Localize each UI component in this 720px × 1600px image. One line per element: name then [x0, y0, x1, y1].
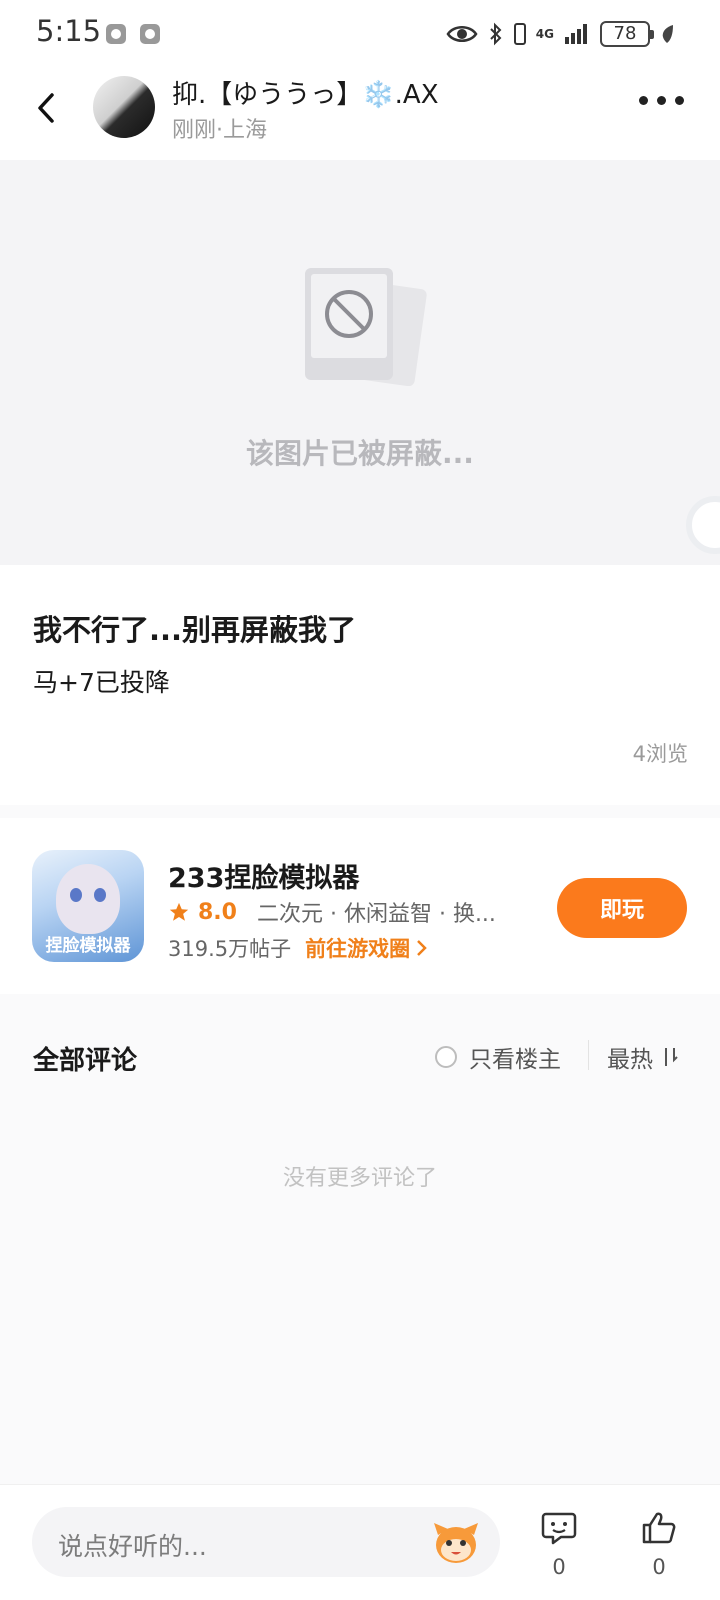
blocked-image-icon [305, 268, 427, 386]
user-name[interactable]: 抑.【ゆううっ】❄️.AX [172, 74, 439, 111]
blocked-image-area: 该图片已被屏蔽... [0, 160, 720, 565]
battery-indicator: 78 [600, 21, 654, 47]
game-name[interactable]: 233捏脸模拟器 [168, 856, 359, 895]
view-count: 4浏览 [632, 742, 688, 766]
game-circle-link[interactable]: 前往游戏圈 [305, 933, 428, 963]
game-rating-row: 8.0 二次元 · 休闲益智 · 换... [168, 896, 496, 928]
star-icon [169, 902, 189, 921]
game-card[interactable]: 捏脸模拟器 233捏脸模拟器 8.0 二次元 · 休闲益智 · 换... 319… [0, 818, 720, 994]
phone-vibrate-icon [513, 23, 526, 45]
more-options-icon[interactable] [639, 96, 684, 105]
post-meta: 刚刚·上海 [172, 118, 267, 143]
network-type-label: 4G [535, 27, 554, 41]
eye-icon [446, 26, 478, 42]
post-title: 我不行了...别再屏蔽我了 [33, 613, 357, 647]
comment-action[interactable]: 0 [529, 1511, 589, 1579]
owner-only-label: 只看楼主 [469, 1047, 561, 1073]
bottom-bar: 说点好听的... 0 0 [0, 1484, 720, 1600]
sort-selector[interactable]: 最热 [607, 1040, 679, 1074]
emoji-mascot-icon[interactable] [432, 1519, 480, 1565]
game-tags: 二次元 · 休闲益智 · 换... [256, 902, 496, 927]
side-handle[interactable] [686, 496, 720, 554]
game-circle-link-label: 前往游戏圈 [305, 937, 411, 961]
status-time: 5:15 [36, 14, 102, 48]
post-content: 我不行了...别再屏蔽我了 马+7已投降 4浏览 [0, 565, 720, 805]
game-icon[interactable]: 捏脸模拟器 [32, 850, 144, 962]
comments-section: 全部评论 只看楼主 最热 没有更多评论了 [0, 1010, 720, 1480]
thumbs-up-icon [642, 1512, 676, 1544]
owner-only-radio[interactable] [435, 1046, 457, 1068]
notification-play-icon [140, 24, 160, 44]
game-post-count: 319.5万帖子 [168, 937, 292, 961]
notification-app-icon [106, 24, 126, 44]
comment-count: 0 [552, 1555, 566, 1579]
bluetooth-icon [490, 22, 502, 46]
game-posts-row: 319.5万帖子 前往游戏圈 [168, 933, 428, 963]
comment-icon [541, 1512, 577, 1545]
sort-label: 最热 [607, 1047, 653, 1073]
status-indicators: 4G 78 [446, 18, 674, 50]
back-arrow-icon[interactable] [28, 88, 68, 128]
no-more-comments: 没有更多评论了 [282, 1166, 437, 1191]
sort-divider [588, 1040, 589, 1070]
blocked-image-text: 该图片已被屏蔽... [246, 437, 474, 470]
chevron-right-icon [417, 940, 427, 956]
post-header: 抑.【ゆううっ】❄️.AX 刚刚·上海 [0, 70, 720, 160]
leaf-icon [662, 25, 673, 43]
play-button[interactable]: 即玩 [557, 878, 687, 938]
comments-title: 全部评论 [33, 1046, 138, 1076]
post-body: 马+7已投降 [33, 668, 170, 697]
game-score: 8.0 [198, 899, 237, 925]
owner-only-toggle[interactable]: 只看楼主 [435, 1040, 561, 1074]
avatar[interactable] [93, 76, 155, 138]
like-action[interactable]: 0 [629, 1511, 689, 1579]
game-icon-label: 捏脸模拟器 [45, 936, 131, 956]
status-bar: 5:15 4G 78 [0, 0, 720, 70]
sort-icon [665, 1048, 678, 1066]
like-count: 0 [652, 1555, 666, 1579]
comment-input-placeholder: 说点好听的... [58, 1532, 207, 1561]
signal-icon [565, 24, 587, 44]
comment-input[interactable]: 说点好听的... [32, 1507, 500, 1577]
